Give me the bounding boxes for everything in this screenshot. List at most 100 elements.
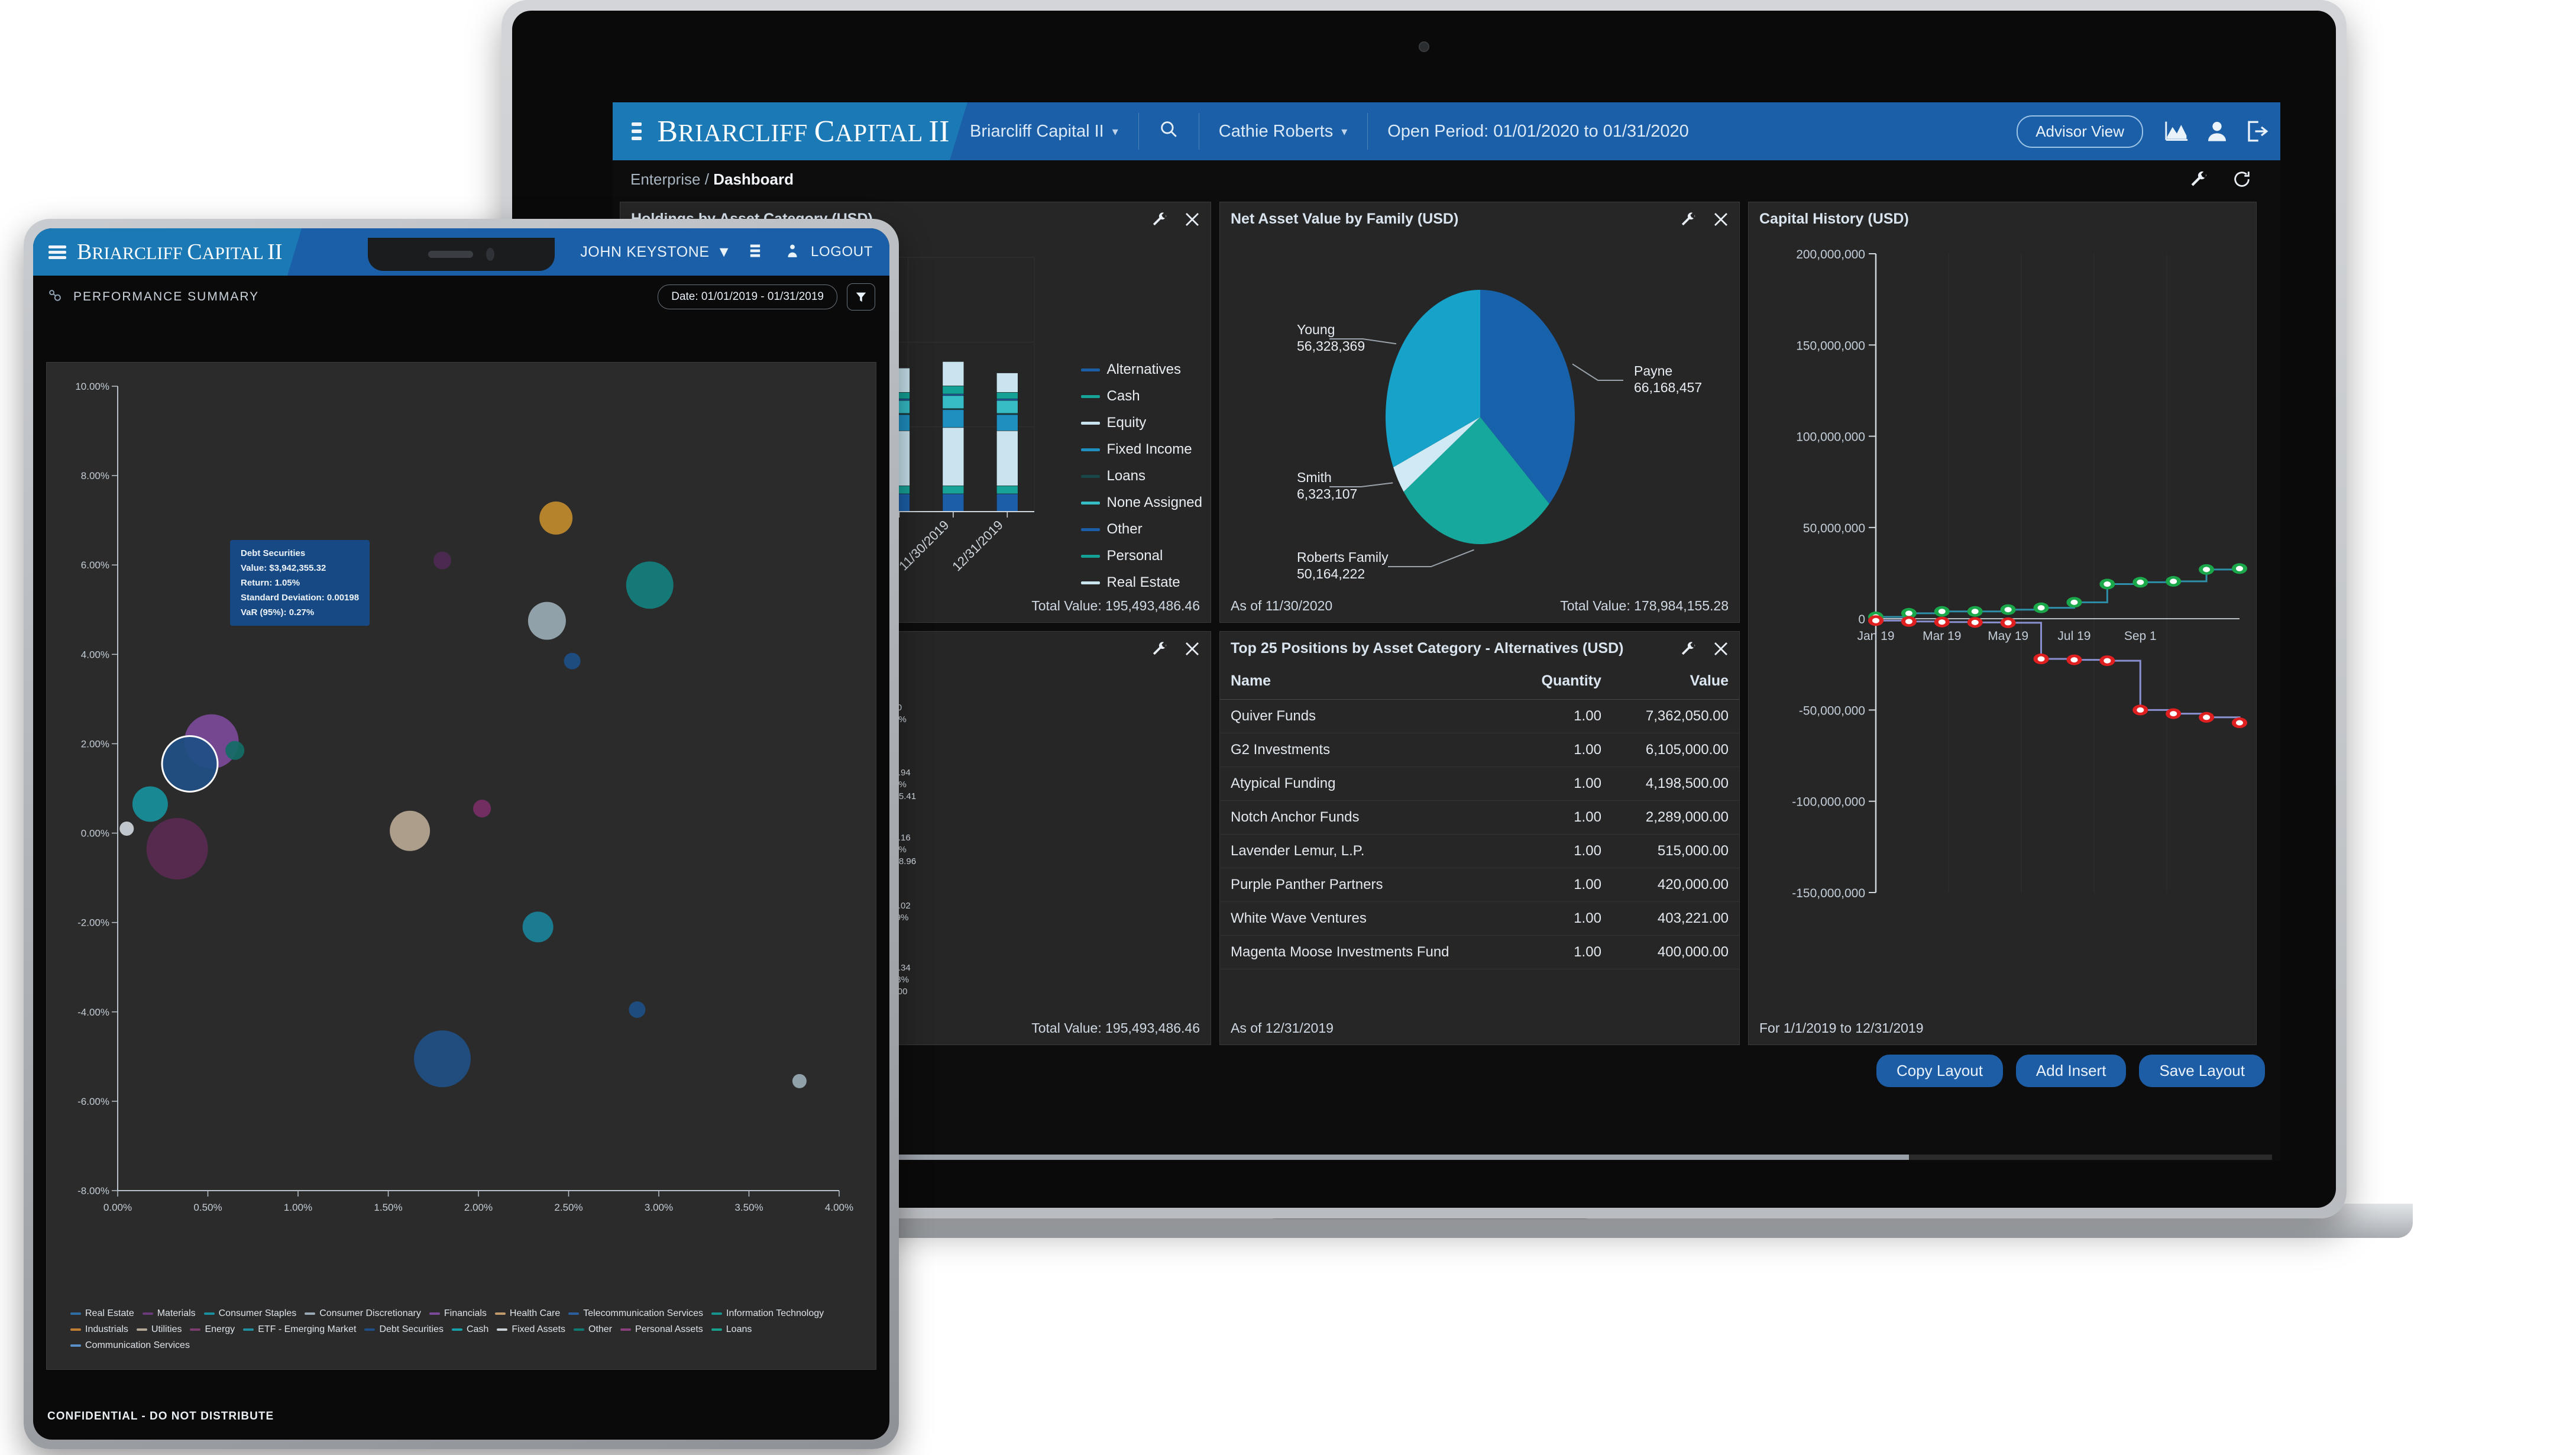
table-header-row: Name Quantity Value: [1220, 663, 1739, 700]
bubble-debt-securities[interactable]: [161, 735, 219, 793]
wrench-icon[interactable]: [1679, 640, 1697, 661]
table-row[interactable]: Lavender Lemur, L.P. 1.00 515,000.00: [1220, 834, 1739, 868]
wrench-icon[interactable]: [1679, 211, 1697, 231]
svg-text:10.00%: 10.00%: [75, 381, 109, 392]
legend-swatch: [203, 1312, 215, 1315]
legend-label: Health Care: [509, 1308, 561, 1318]
entity-selector[interactable]: Briarcliff Capital II ▾: [950, 102, 1138, 160]
close-icon[interactable]: [1712, 640, 1730, 661]
close-icon[interactable]: [1712, 211, 1730, 231]
search-button[interactable]: [1138, 102, 1199, 160]
open-period: Open Period: 01/01/2020 to 01/31/2020: [1367, 102, 1709, 160]
advisor-view-button[interactable]: Advisor View: [2017, 115, 2143, 148]
legend-label: Loans: [726, 1324, 752, 1334]
legend-item: Utilities: [136, 1324, 182, 1335]
bubble-loans[interactable]: [629, 1001, 646, 1018]
tablet-user-selector[interactable]: JOHN KEYSTONE ▼: [580, 244, 736, 261]
table-row[interactable]: Atypical Funding 1.00 4,198,500.00: [1220, 767, 1739, 801]
bubble-health-care[interactable]: [539, 501, 573, 535]
legend-item: Consumer Discretionary: [305, 1308, 421, 1319]
column-header-name[interactable]: Name: [1220, 663, 1513, 700]
bubble-utilities[interactable]: [390, 810, 431, 851]
legend-label: Other: [1106, 521, 1143, 537]
legend-swatch: [243, 1328, 254, 1331]
table-row[interactable]: White Wave Ventures 1.00 403,221.00: [1220, 901, 1739, 936]
svg-text:-2.00%: -2.00%: [77, 917, 109, 929]
bubble-real-estate[interactable]: [414, 1030, 471, 1088]
position-value: 6,105,000.00: [1611, 733, 1739, 767]
tablet-logout-button[interactable]: LOGOUT: [811, 244, 889, 260]
table-row[interactable]: Purple Panther Partners 1.00 420,000.00: [1220, 868, 1739, 902]
user-icon[interactable]: [2200, 102, 2234, 160]
tablet-brand-cell[interactable]: BRIARCLIFF CAPITAL II: [33, 228, 287, 276]
column-header-value[interactable]: Value: [1611, 663, 1739, 700]
close-icon[interactable]: [1183, 640, 1201, 661]
breadcrumb-current: Dashboard: [713, 170, 794, 188]
bubble-personal-assets[interactable]: [146, 818, 208, 880]
bubble-telecommunication-services[interactable]: [564, 652, 581, 670]
hamburger-menu-icon[interactable]: [632, 119, 642, 144]
breadcrumb-separator: /: [704, 170, 709, 188]
legend-label: Industrials: [85, 1324, 128, 1334]
brand-cell[interactable]: BRIARCLIFF CAPITAL II: [613, 102, 950, 160]
legend-item: Loans: [1080, 468, 1202, 484]
svg-text:200,000,000: 200,000,000: [1796, 248, 1865, 261]
hamburger-menu-icon[interactable]: [48, 243, 66, 261]
wrench-icon[interactable]: [1150, 640, 1168, 661]
list-icon[interactable]: [736, 242, 774, 263]
position-value: 420,000.00: [1611, 868, 1739, 902]
bubble-communication-services[interactable]: [792, 1074, 807, 1088]
bubble-consumer-discretionary[interactable]: [528, 602, 566, 640]
refresh-icon[interactable]: [2232, 169, 2252, 189]
bubble-information-technology[interactable]: [626, 561, 674, 609]
column-header-quantity[interactable]: Quantity: [1513, 663, 1612, 700]
position-value: 7,362,050.00: [1611, 699, 1739, 733]
wrench-icon[interactable]: [1150, 211, 1168, 231]
tablet-chart-legend: Real Estate Materials Consumer Staples Cons…: [70, 1308, 864, 1356]
add-insert-button[interactable]: Add Insert: [2015, 1055, 2127, 1087]
position-quantity: 1.00: [1513, 800, 1612, 835]
bubble-etf-emerging-market[interactable]: [522, 911, 554, 943]
legend-label: Real Estate: [85, 1308, 134, 1318]
breadcrumb-parent[interactable]: Enterprise: [630, 170, 701, 188]
bubble-energy[interactable]: [473, 800, 491, 817]
legend-swatch: [711, 1312, 723, 1315]
legend-swatch: [70, 1344, 81, 1347]
legend-swatch: [1080, 581, 1100, 584]
tablet-date-filter[interactable]: Date: 01/01/2019 - 01/31/2019: [658, 284, 837, 309]
bubble-fixed-assets[interactable]: [119, 822, 134, 836]
save-layout-button[interactable]: Save Layout: [2139, 1055, 2265, 1087]
position-quantity: 1.00: [1513, 767, 1612, 801]
position-quantity: 1.00: [1513, 834, 1612, 868]
brand-title: BRIARCLIFF CAPITAL II: [657, 114, 950, 148]
bubble-materials[interactable]: [433, 551, 451, 570]
legend-swatch: [429, 1312, 440, 1315]
wrench-icon[interactable]: [2188, 169, 2208, 189]
panel-top25-positions: Top 25 Positions by Asset Category - Alt…: [1219, 631, 1740, 1045]
chart-icon[interactable]: [2160, 102, 2194, 160]
table-row[interactable]: Magenta Moose Investments Fund 1.00 400,00…: [1220, 935, 1739, 969]
legend-label: Materials: [157, 1308, 196, 1318]
legend-label: Personal Assets: [635, 1324, 703, 1334]
legend-label: Loans: [1106, 468, 1145, 484]
table-row[interactable]: Quiver Funds 1.00 7,362,050.00: [1220, 699, 1739, 733]
close-icon[interactable]: [1183, 211, 1201, 231]
legend-label: Financials: [444, 1308, 487, 1318]
panel-nav-by-family: Net Asset Value by Family (USD) Payne 66…: [1219, 202, 1740, 623]
logout-icon[interactable]: [2240, 102, 2274, 160]
legend-item: Real Estate: [70, 1308, 134, 1319]
legend-label: Utilities: [151, 1324, 182, 1334]
copy-layout-button[interactable]: Copy Layout: [1876, 1055, 2003, 1087]
user-icon[interactable]: [774, 242, 811, 263]
legend-label: Energy: [205, 1324, 235, 1334]
legend-swatch: [1080, 368, 1100, 371]
bubble-cash[interactable]: [132, 786, 168, 822]
legend-item: Debt Securities: [364, 1324, 444, 1335]
funnel-icon[interactable]: [847, 283, 875, 311]
panel-body[interactable]: Name Quantity Value Quiver Funds 1.00 7,362,…: [1220, 663, 1739, 1016]
user-selector[interactable]: Cathie Roberts ▾: [1198, 102, 1367, 160]
table-row[interactable]: G2 Investments 1.00 6,105,000.00: [1220, 733, 1739, 767]
table-row[interactable]: Notch Anchor Funds 1.00 2,289,000.00: [1220, 800, 1739, 835]
bubble-other[interactable]: [225, 741, 245, 760]
